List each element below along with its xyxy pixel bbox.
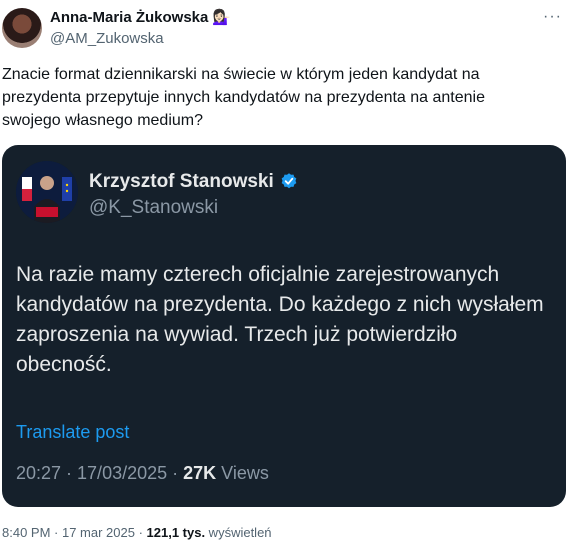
quoted-avatar-image-icon [16,161,78,223]
tweet-text: Znacie format dziennikarski na świecie w… [2,66,485,129]
author-emoji: 💁🏻‍♀️ [212,9,232,26]
quoted-post-meta: 20:27 · 17/03/2025 · 27K Views [16,463,269,484]
post-views-count: 121,1 tys. [146,525,206,540]
quoted-timestamp[interactable]: 20:27 · 17/03/2025 · [16,463,183,483]
post-views-label: wyświetleń [205,525,272,540]
translate-post-link[interactable]: Translate post [16,422,129,443]
more-options-icon[interactable]: ··· [543,8,562,26]
quoted-author-name-row: Krzysztof Stanowski [89,171,299,193]
quoted-views-label: Views [216,463,269,483]
quoted-post-text: Na razie mamy czterech oficjalnie zareje… [16,263,544,376]
quoted-post-card[interactable]: Krzysztof Stanowski @K_Stanowski Na razi… [2,145,566,507]
author-display-name[interactable]: Anna-Maria Żukowska [50,9,208,26]
post-timestamp[interactable]: 8:40 PM · 17 mar 2025 · [2,525,147,540]
author-avatar[interactable] [2,8,42,48]
quoted-author-handle[interactable]: @K_Stanowski [89,197,218,219]
quoted-views-count: 27K [183,463,217,483]
author-handle[interactable]: @AM_Zukowska [50,30,164,47]
verified-badge-icon [281,173,297,189]
post-meta: 8:40 PM · 17 mar 2025 · 121,1 tys. wyświ… [2,525,272,540]
quoted-author-avatar[interactable] [16,161,78,223]
quoted-author-display-name[interactable]: Krzysztof Stanowski [89,171,274,193]
author-name-row: Anna-Maria Żukowska 💁🏻‍♀️ [50,9,231,26]
